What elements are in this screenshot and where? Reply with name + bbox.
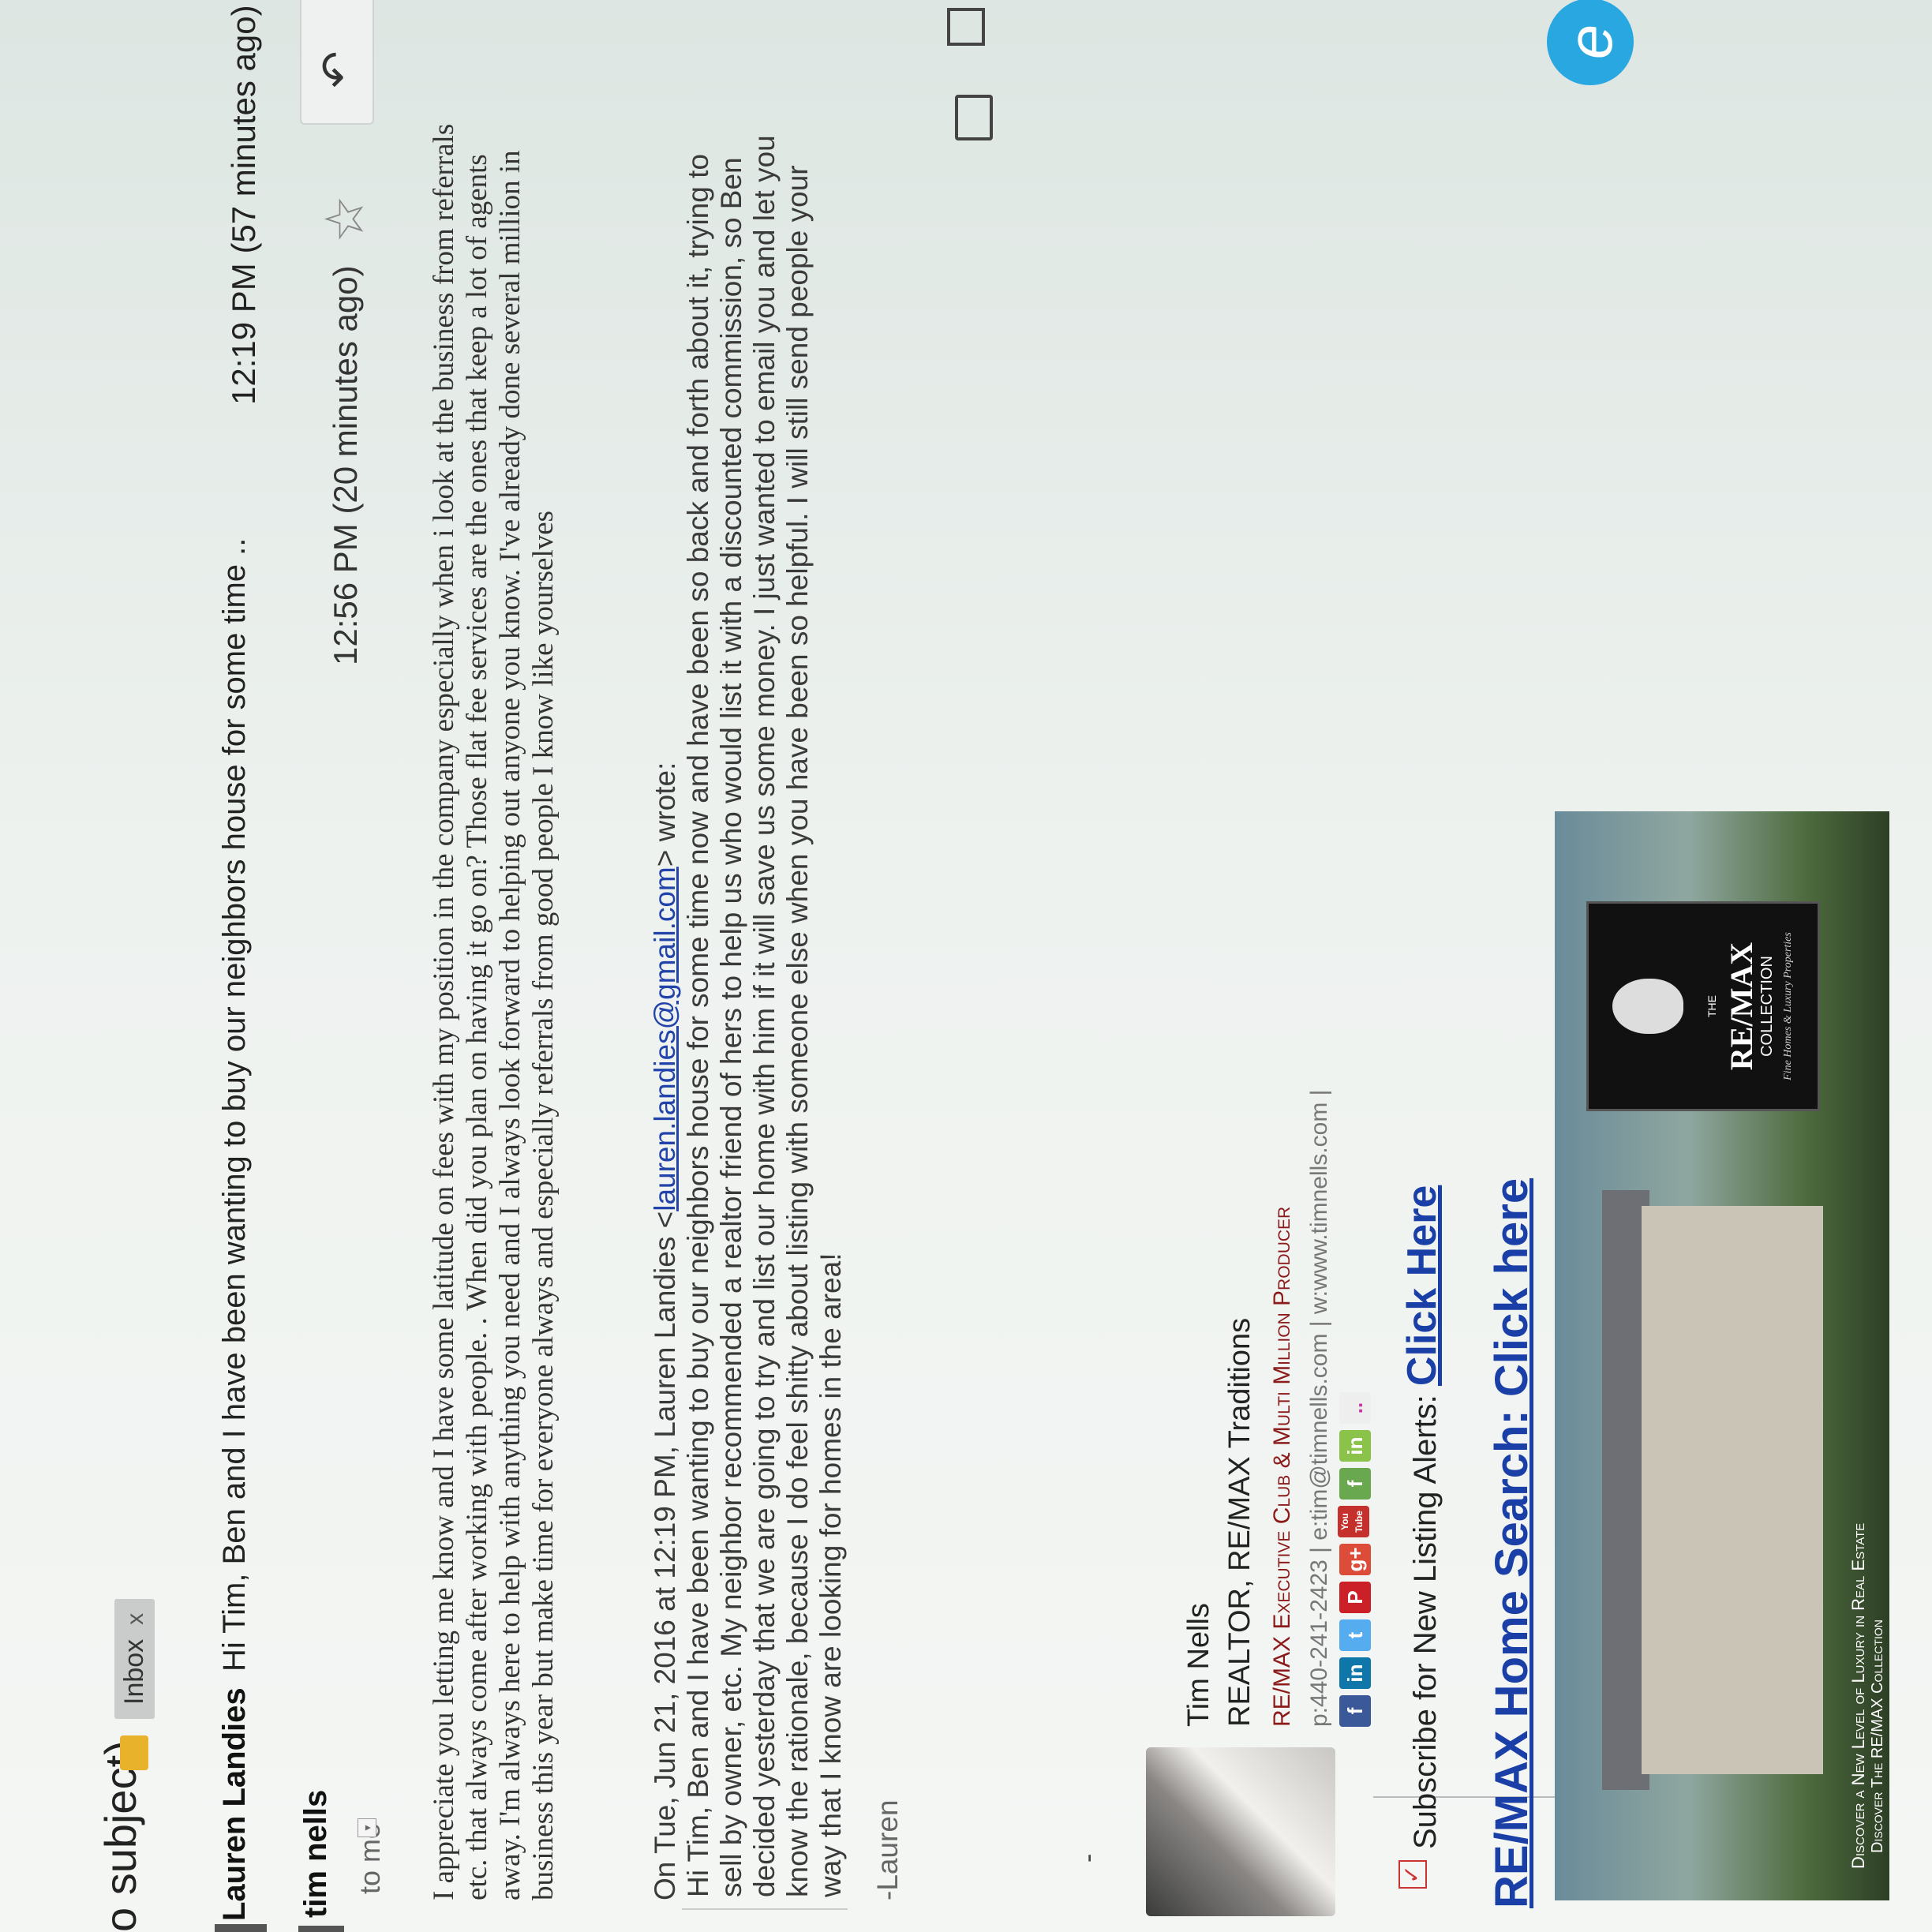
- remax-collection-banner[interactable]: Discover a New Level of Luxury in Real E…: [1555, 811, 1889, 1900]
- flickr-icon[interactable]: ..: [1339, 1392, 1371, 1424]
- more-options-button[interactable]: [300, 0, 374, 41]
- signature-avatar: [1146, 1747, 1335, 1916]
- facebook-icon[interactable]: f: [1339, 1695, 1371, 1727]
- reply-icon: ↶: [312, 51, 361, 88]
- quoted-email-link[interactable]: lauren.landies@gmail.com: [649, 867, 681, 1211]
- remax-logo-text: RE/MAX: [1724, 942, 1759, 1071]
- important-marker-icon[interactable]: [120, 1735, 148, 1770]
- twitter-icon[interactable]: t: [1339, 1619, 1371, 1651]
- linkedin-icon[interactable]: in: [1339, 1657, 1371, 1689]
- inbox-label-text: Inbox: [119, 1638, 149, 1705]
- message-time: 12:56 PM (20 minutes ago): [327, 265, 364, 665]
- quoted-message: On Tue, Jun 21, 2016 at 12:19 PM, Lauren…: [649, 110, 904, 1910]
- zillow-icon[interactable]: in: [1339, 1430, 1371, 1462]
- remove-label-button[interactable]: x: [122, 1613, 148, 1625]
- yelp-icon[interactable]: f: [1339, 1468, 1371, 1500]
- signature-contact[interactable]: p:440-241-2423 | e:tim@timnells.com | w:…: [1306, 1090, 1333, 1727]
- new-window-icon[interactable]: [947, 8, 985, 46]
- banner-tagline-secondary: Discover The RE/MAX Collection: [1869, 1619, 1886, 1853]
- print-icon[interactable]: [955, 95, 993, 140]
- home-search-link[interactable]: RE/MAX Home Search: Click here: [1485, 1178, 1538, 1908]
- email-view: o subject) Inboxx Lauren Landies Hi Tim,…: [0, 0, 1932, 1932]
- message-sender[interactable]: tim nells: [298, 1790, 334, 1918]
- remax-collection-logo: THE RE/MAX COLLECTION Fine Homes & Luxur…: [1586, 901, 1820, 1111]
- house-image: [1642, 1206, 1823, 1774]
- signature-club: RE/MAX Executive Club & Multi Million Pr…: [1269, 1206, 1295, 1727]
- subscribe-link[interactable]: Click Here: [1399, 1185, 1445, 1386]
- logo-prefix: THE: [1705, 995, 1718, 1017]
- subscribe-row: Subscribe for New Listing Alerts: Click …: [1398, 1185, 1446, 1849]
- quote-body: Hi Tim, Ben and I have been wanting to b…: [682, 110, 848, 1910]
- quote-header: On Tue, Jun 21, 2016 at 12:19 PM, Lauren…: [649, 762, 681, 1900]
- banner-tagline: Discover a New Level of Luxury in Real E…: [1848, 1522, 1868, 1869]
- signature-title: REALTOR, RE/MAX Traditions: [1223, 1317, 1256, 1727]
- collapsed-message-time: 12:19 PM (57 minutes ago): [225, 5, 262, 405]
- star-icon[interactable]: ☆: [314, 195, 376, 243]
- subscribe-label: Subscribe for New Listing Alerts:: [1408, 1395, 1443, 1849]
- internet-explorer-icon[interactable]: e: [1547, 0, 1634, 85]
- checkbox-icon: ✓: [1398, 1860, 1427, 1889]
- inbox-label-chip[interactable]: Inbox x: [114, 1598, 155, 1719]
- quote-signature: -Lauren: [871, 1799, 904, 1900]
- signature-name: Tim Nells: [1182, 1603, 1215, 1727]
- googleplus-icon[interactable]: g+: [1339, 1544, 1371, 1575]
- social-links: f in tPg+ You Tube f in..: [1338, 1386, 1371, 1727]
- collection-subtitle: Fine Homes & Luxury Properties: [1782, 932, 1794, 1080]
- details-dropdown-icon[interactable]: ▾: [358, 1818, 376, 1837]
- message-body: I appreciate you letting me know and I h…: [428, 123, 560, 1900]
- collapsed-message-snippet: Hi Tim, Ben and I have been wanting to b…: [217, 537, 252, 1672]
- sender-indicator: [298, 1926, 344, 1932]
- pinterest-icon[interactable]: P: [1339, 1582, 1371, 1613]
- collection-text: COLLECTION: [1758, 956, 1776, 1057]
- signature-separator: -: [1073, 1853, 1103, 1863]
- hot-air-balloon-icon: [1612, 979, 1683, 1034]
- collapsed-message-sender: Lauren Landies: [217, 1687, 252, 1921]
- youtube-icon[interactable]: You Tube: [1338, 1506, 1369, 1537]
